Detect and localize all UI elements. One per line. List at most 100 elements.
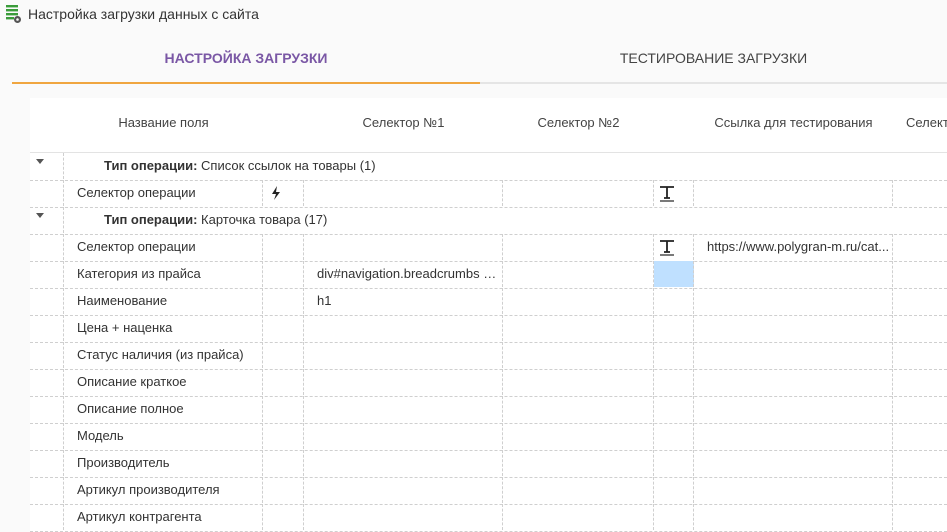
value-type-cell[interactable]: [654, 234, 694, 260]
column-header-selector-3[interactable]: Селект: [894, 98, 947, 152]
selector-1-cell[interactable]: [304, 504, 503, 530]
selector-2-cell[interactable]: [504, 261, 654, 287]
selector-2-cell[interactable]: [504, 450, 654, 476]
selector-2-cell[interactable]: [504, 342, 654, 368]
field-name-cell[interactable]: Артикул производителя: [64, 477, 263, 503]
table-row[interactable]: Артикул контрагента: [30, 504, 947, 532]
selector-1-cell[interactable]: [304, 450, 503, 476]
field-name-cell[interactable]: Описание краткое: [64, 369, 263, 395]
operation-type-cell[interactable]: [264, 369, 304, 395]
test-link-cell[interactable]: [694, 504, 893, 530]
table-row[interactable]: Производитель: [30, 450, 947, 478]
table-row[interactable]: Наименование h1: [30, 288, 947, 316]
operation-type-cell[interactable]: [264, 180, 304, 206]
value-type-cell[interactable]: [654, 504, 694, 530]
selector-1-cell[interactable]: [304, 369, 503, 395]
value-type-cell[interactable]: [654, 450, 694, 476]
test-link-cell[interactable]: [694, 423, 893, 449]
table-row[interactable]: Селектор операции https://www.polygran-m…: [30, 234, 947, 262]
test-link-cell[interactable]: https://www.polygran-m.ru/cat...: [694, 234, 893, 260]
operation-type-cell[interactable]: [264, 423, 304, 449]
value-type-cell[interactable]: [654, 342, 694, 368]
selector-3-cell[interactable]: [894, 234, 947, 260]
selector-1-cell[interactable]: [304, 423, 503, 449]
field-name-cell[interactable]: Наименование: [64, 288, 263, 314]
group-toggle[interactable]: [30, 153, 64, 179]
test-link-cell[interactable]: [694, 261, 893, 287]
selector-2-cell[interactable]: [504, 369, 654, 395]
selector-3-cell[interactable]: [894, 396, 947, 422]
selector-2-cell[interactable]: [504, 423, 654, 449]
operation-type-cell[interactable]: [264, 261, 304, 287]
operation-type-cell[interactable]: [264, 450, 304, 476]
field-name-cell[interactable]: Артикул контрагента: [64, 504, 263, 530]
field-name-cell[interactable]: Селектор операции: [64, 180, 263, 206]
selector-3-cell[interactable]: [894, 315, 947, 341]
field-name-cell[interactable]: Категория из прайса: [64, 261, 263, 287]
selector-3-cell[interactable]: [894, 423, 947, 449]
table-row[interactable]: Селектор операции: [30, 180, 947, 208]
field-name-cell[interactable]: Описание полное: [64, 396, 263, 422]
value-type-cell[interactable]: [654, 477, 694, 503]
selector-2-cell[interactable]: [504, 504, 654, 530]
value-type-cell[interactable]: [654, 180, 694, 206]
operation-type-cell[interactable]: [264, 396, 304, 422]
table-row[interactable]: Описание краткое: [30, 369, 947, 397]
value-type-cell[interactable]: [654, 423, 694, 449]
selector-3-cell[interactable]: [894, 288, 947, 314]
selector-2-cell[interactable]: [504, 477, 654, 503]
column-header-field-name[interactable]: Название поля: [64, 98, 263, 152]
field-name-cell[interactable]: Селектор операции: [64, 234, 263, 260]
operation-type-cell[interactable]: [264, 315, 304, 341]
selector-1-cell[interactable]: [304, 342, 503, 368]
table-row[interactable]: Цена + наценка: [30, 315, 947, 343]
column-header-selector-1[interactable]: Селектор №1: [304, 98, 503, 152]
test-link-cell[interactable]: [694, 342, 893, 368]
selector-3-cell[interactable]: [894, 369, 947, 395]
selector-1-cell[interactable]: [304, 180, 503, 206]
test-link-cell[interactable]: [694, 315, 893, 341]
table-row[interactable]: Модель: [30, 423, 947, 451]
selector-1-cell[interactable]: [304, 234, 503, 260]
operation-type-cell[interactable]: [264, 504, 304, 530]
selector-3-cell[interactable]: [894, 180, 947, 206]
operation-type-cell[interactable]: [264, 288, 304, 314]
test-link-cell[interactable]: [694, 288, 893, 314]
selector-1-cell[interactable]: [304, 396, 503, 422]
value-type-cell[interactable]: [654, 288, 694, 314]
selector-1-cell[interactable]: h1: [304, 288, 503, 314]
selector-3-cell[interactable]: [894, 477, 947, 503]
tab-load-settings[interactable]: НАСТРОЙКА ЗАГРУЗКИ: [12, 36, 480, 84]
selector-3-cell[interactable]: [894, 450, 947, 476]
test-link-cell[interactable]: [694, 450, 893, 476]
field-name-cell[interactable]: Модель: [64, 423, 263, 449]
field-name-cell[interactable]: Статус наличия (из прайса): [64, 342, 263, 368]
field-name-cell[interactable]: Цена + наценка: [64, 315, 263, 341]
table-row[interactable]: Статус наличия (из прайса): [30, 342, 947, 370]
selector-1-cell[interactable]: div#navigation.breadcrumbs a ...: [304, 261, 503, 287]
selector-2-cell[interactable]: [504, 396, 654, 422]
column-header-test-link[interactable]: Ссылка для тестирования: [694, 98, 893, 152]
table-row[interactable]: Описание полное: [30, 396, 947, 424]
operation-type-cell[interactable]: [264, 477, 304, 503]
selector-2-cell[interactable]: [504, 234, 654, 260]
field-name-cell[interactable]: Производитель: [64, 450, 263, 476]
selector-3-cell[interactable]: [894, 342, 947, 368]
selector-2-cell[interactable]: [504, 315, 654, 341]
table-row[interactable]: Артикул производителя: [30, 477, 947, 505]
selector-1-cell[interactable]: [304, 315, 503, 341]
table-row[interactable]: Категория из прайса div#navigation.bread…: [30, 261, 947, 289]
selector-3-cell[interactable]: [894, 261, 947, 287]
operation-type-cell[interactable]: [264, 342, 304, 368]
selector-2-cell[interactable]: [504, 180, 654, 206]
value-type-cell-selected[interactable]: [654, 261, 694, 287]
value-type-cell[interactable]: [654, 369, 694, 395]
operation-type-cell[interactable]: [264, 234, 304, 260]
group-row[interactable]: Тип операции: Карточка товара (17): [30, 207, 947, 235]
selector-2-cell[interactable]: [504, 288, 654, 314]
test-link-cell[interactable]: [694, 180, 893, 206]
column-header-selector-2[interactable]: Селектор №2: [504, 98, 653, 152]
value-type-cell[interactable]: [654, 396, 694, 422]
tab-load-testing[interactable]: ТЕСТИРОВАНИЕ ЗАГРУЗКИ: [480, 36, 947, 82]
test-link-cell[interactable]: [694, 477, 893, 503]
